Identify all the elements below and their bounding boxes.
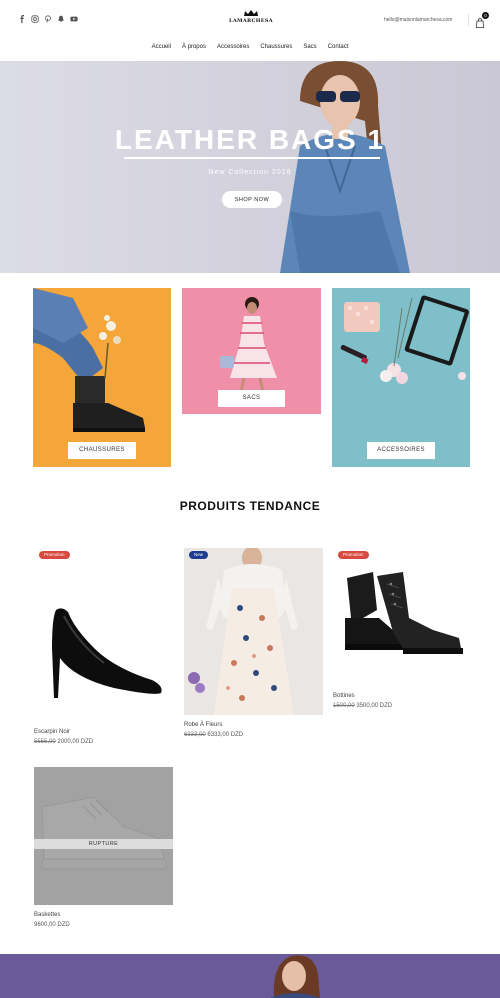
out-of-stock-label: RUPTURE xyxy=(34,839,173,849)
product-image[interactable]: RUPTURE xyxy=(34,767,173,905)
nav-item-sacs[interactable]: Sacs xyxy=(303,40,316,54)
social-links xyxy=(18,15,78,23)
nav-item-contact[interactable]: Contact xyxy=(328,40,349,54)
youtube-icon[interactable] xyxy=(70,15,78,23)
category-label-chaussures[interactable]: CHAUSSURES xyxy=(68,442,136,459)
main-nav: Accueil À propos Accessoires Chaussures … xyxy=(0,40,500,54)
shop-now-button[interactable]: SHOP NOW xyxy=(222,191,282,208)
product-price: 1500,00 3500,00 DZD xyxy=(333,703,392,709)
nav-item-a-propos[interactable]: À propos xyxy=(182,40,206,54)
accessories-image xyxy=(340,295,469,384)
product-old-price: 6333,00 xyxy=(184,732,206,738)
crown-icon xyxy=(244,10,258,16)
banner-model-image xyxy=(270,955,320,998)
product-name[interactable]: Escarpin Noir xyxy=(34,729,70,735)
hero-model-image xyxy=(280,61,410,273)
top-bar: LAMARCHESA hello@maisonlamarchesa.com 0 xyxy=(0,0,500,40)
logo-text: LAMARCHESA xyxy=(229,18,273,24)
promotion-badge: Promotion xyxy=(338,551,369,559)
hero-title: LEATHER BAGS 1 xyxy=(114,124,386,155)
ankle-boot-image xyxy=(345,572,463,654)
snapchat-icon[interactable] xyxy=(57,15,65,23)
instagram-icon[interactable] xyxy=(31,15,39,23)
product-name[interactable]: Baskettes xyxy=(34,912,60,918)
nav-item-chaussures[interactable]: Chaussures xyxy=(260,40,292,54)
product-current-price: 3500,00 DZD xyxy=(356,703,393,709)
nav-item-accueil[interactable]: Accueil xyxy=(152,40,171,54)
product-current-price: 6333,00 DZD xyxy=(207,732,244,738)
product-current-price: 9600,00 DZD xyxy=(34,922,70,928)
boots-image xyxy=(33,288,145,432)
shopping-bag-icon xyxy=(475,18,485,28)
promotion-badge: Promotion xyxy=(39,551,70,559)
out-of-stock-overlay xyxy=(34,767,173,905)
contact-email[interactable]: hello@maisonlamarchesa.com xyxy=(384,17,452,23)
category-label-accessoires[interactable]: ACCESSOIRES xyxy=(367,442,435,459)
category-tile-sacs[interactable]: SACS xyxy=(182,288,321,414)
product-price: 6333,00 6333,00 DZD xyxy=(184,732,243,738)
hero-subtitle: New Collection 2018 xyxy=(208,169,292,176)
product-name[interactable]: Bottines xyxy=(333,693,355,699)
product-price: 5555,00 2000,00 DZD xyxy=(34,739,93,745)
product-current-price: 2000,00 DZD xyxy=(57,739,94,745)
header-divider xyxy=(468,14,469,26)
category-tile-accessoires[interactable]: ACCESSOIRES xyxy=(332,288,470,467)
product-image[interactable] xyxy=(34,548,173,715)
product-old-price: 5555,00 xyxy=(34,739,56,745)
trending-products-title: PRODUITS TENDANCE xyxy=(179,499,321,513)
bottom-banner xyxy=(0,954,500,998)
floral-dress-image xyxy=(184,548,323,715)
product-image[interactable] xyxy=(184,548,323,715)
black-pump-image xyxy=(52,608,162,698)
hero-banner: LEATHER BAGS 1 New Collection 2018 SHOP … xyxy=(0,61,500,273)
pinterest-icon[interactable] xyxy=(44,15,52,23)
new-badge: New xyxy=(189,551,209,559)
product-name[interactable]: Robe À Fleurs xyxy=(184,722,222,728)
facebook-icon[interactable] xyxy=(18,15,26,23)
cart-count-badge: 0 xyxy=(482,12,489,19)
hero-title-underline xyxy=(124,157,380,159)
category-label-sacs[interactable]: SACS xyxy=(218,390,285,407)
brand-logo[interactable]: LAMARCHESA xyxy=(229,9,273,31)
nav-item-accessoires[interactable]: Accessoires xyxy=(217,40,249,54)
cart-button[interactable]: 0 xyxy=(475,12,489,28)
product-old-price: 1500,00 xyxy=(333,703,355,709)
product-image[interactable] xyxy=(333,548,472,686)
category-tile-chaussures[interactable]: CHAUSSURES xyxy=(33,288,171,467)
